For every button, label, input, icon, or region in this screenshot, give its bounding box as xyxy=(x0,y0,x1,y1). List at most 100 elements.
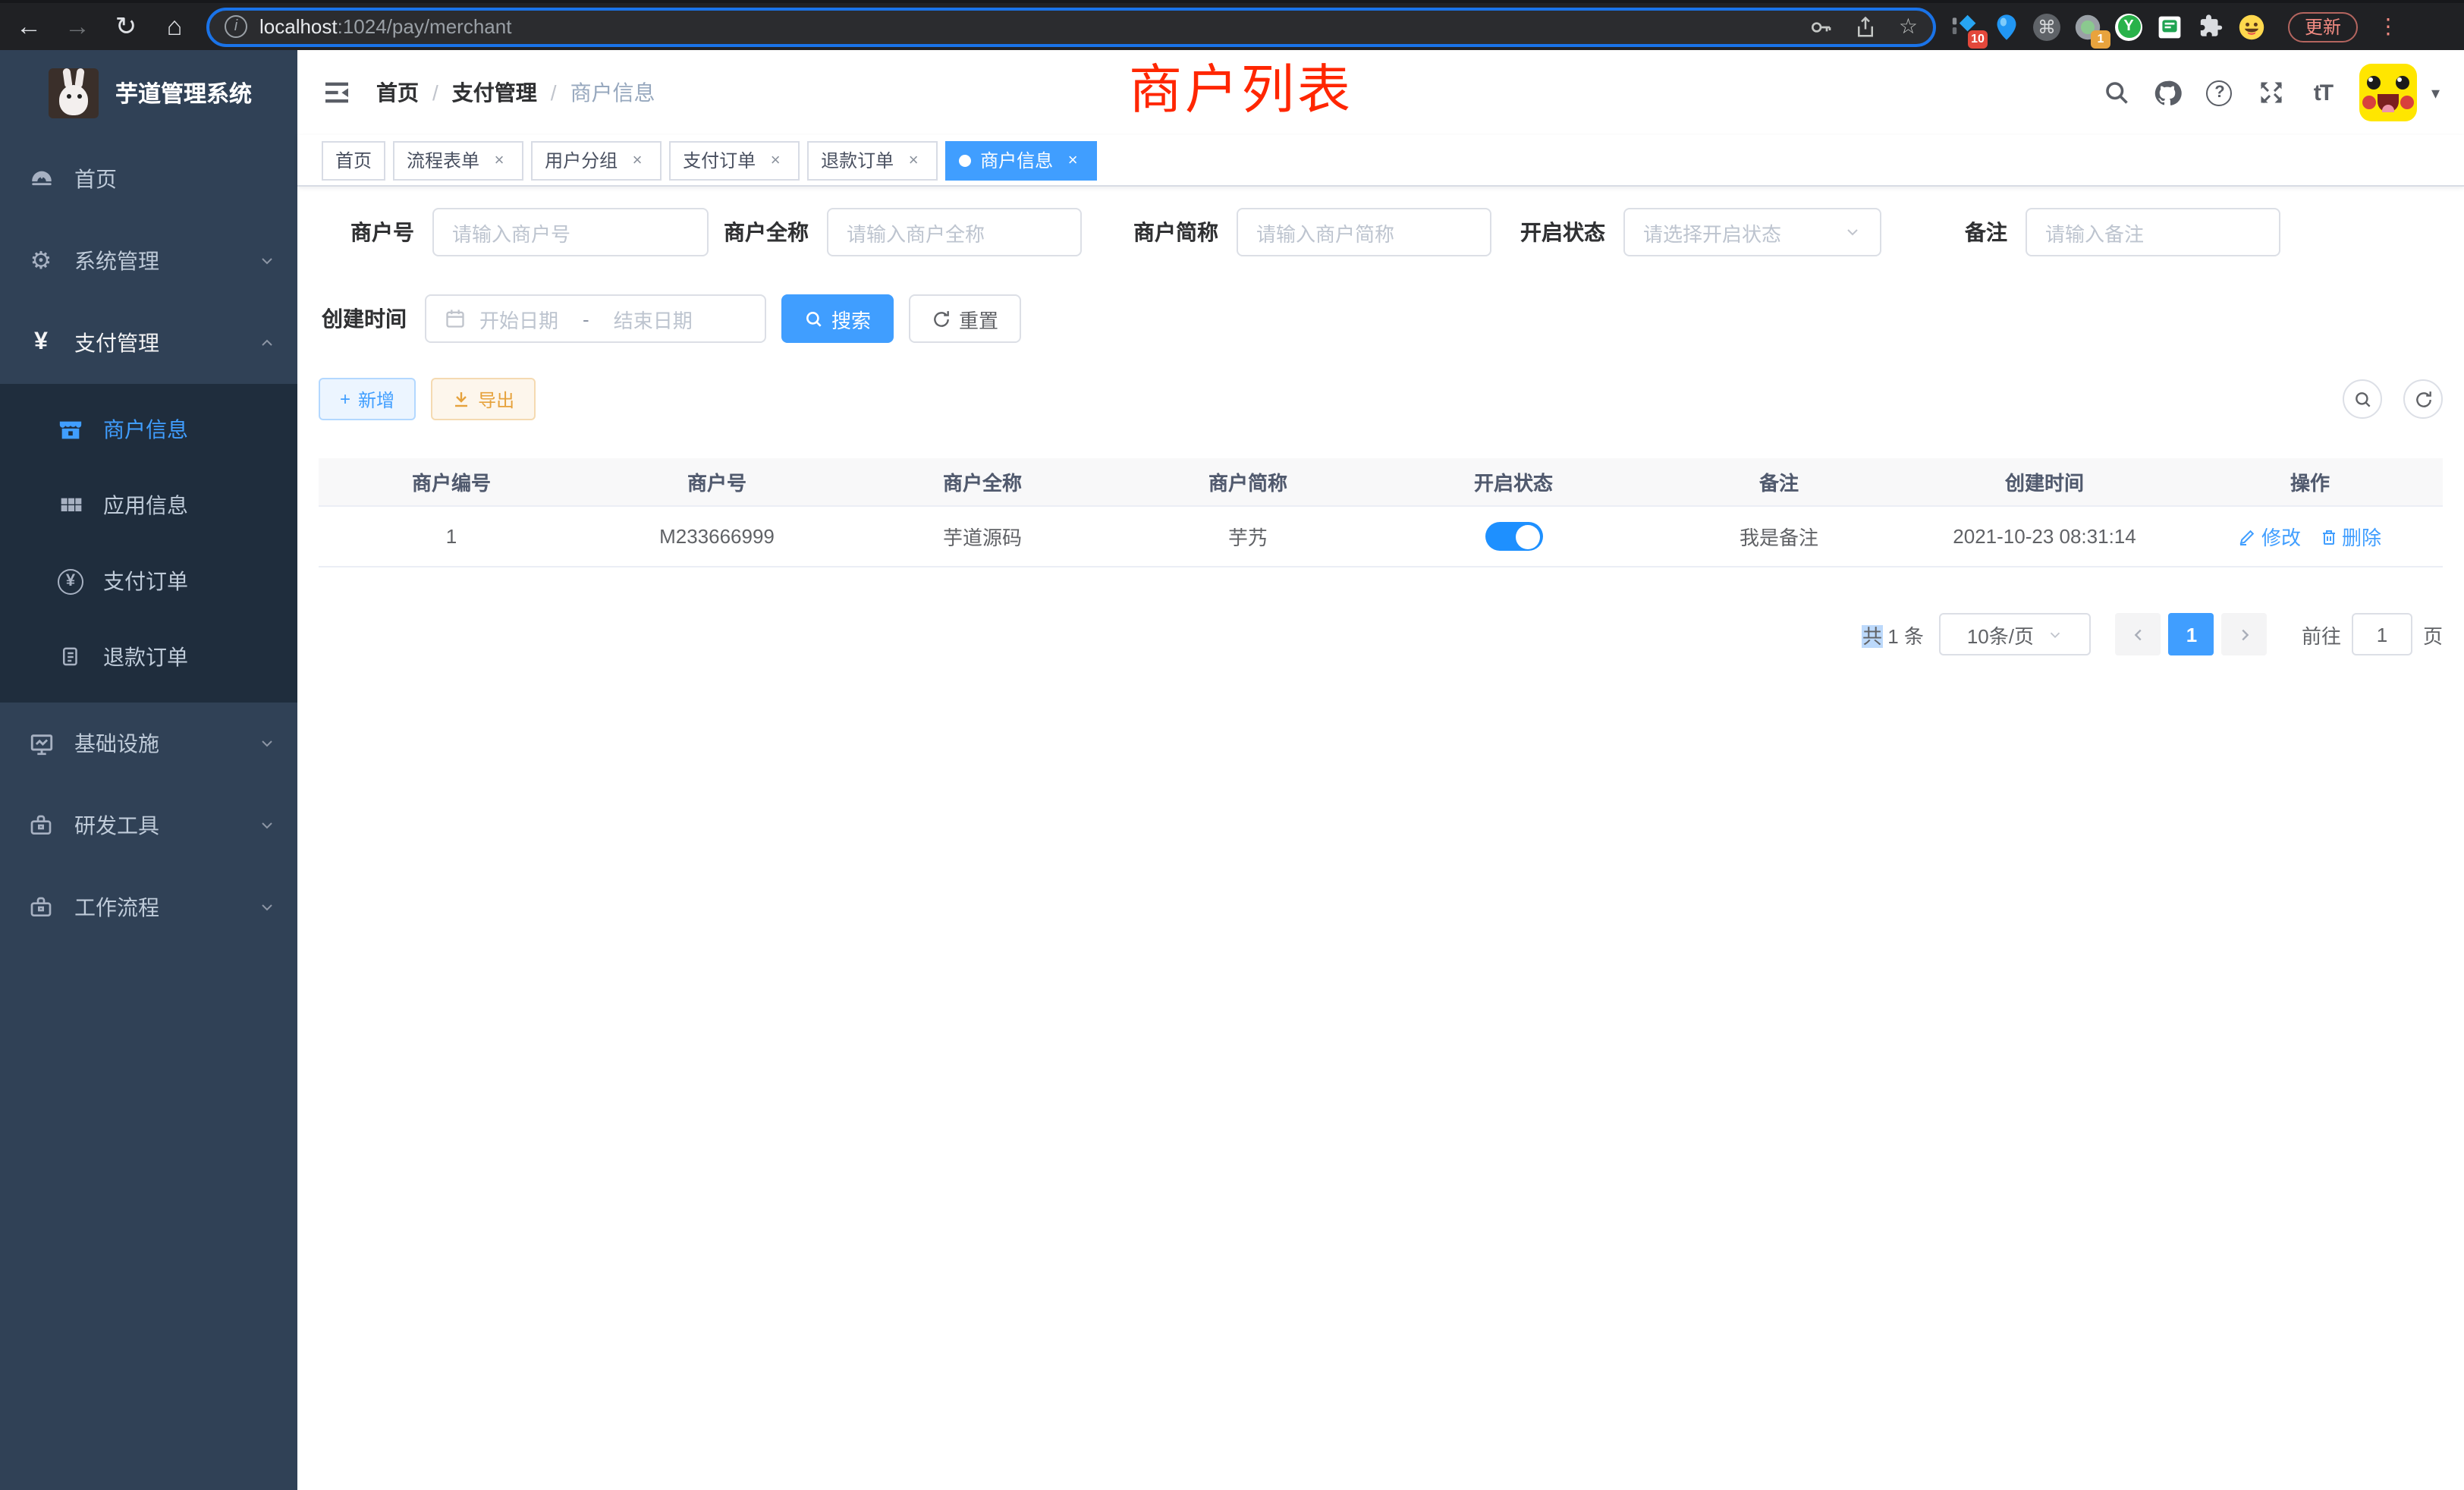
sidebar-item-home[interactable]: 首页 xyxy=(0,138,297,220)
share-icon[interactable] xyxy=(1855,14,1878,39)
export-button[interactable]: 导出 xyxy=(431,378,536,420)
tab-home[interactable]: 首页 xyxy=(322,140,385,180)
breadcrumb: 首页 / 支付管理 / 商户信息 xyxy=(376,77,655,108)
tab-close-icon[interactable]: × xyxy=(627,149,648,171)
document-icon xyxy=(58,644,83,670)
sidebar-item-label: 工作流程 xyxy=(74,892,258,923)
extensions-puzzle-icon[interactable] xyxy=(2197,13,2224,40)
goto-page-input[interactable] xyxy=(2352,613,2412,655)
breadcrumb-separator: / xyxy=(551,80,557,105)
sidebar-item-label: 支付管理 xyxy=(74,328,258,358)
col-header-merchant-no: 商户号 xyxy=(584,458,850,505)
pencil-icon xyxy=(2239,527,2257,545)
sidebar-collapse-icon[interactable] xyxy=(322,77,352,108)
sidebar-item-pay-order[interactable]: ¥ 支付订单 xyxy=(0,543,297,619)
create-time-range-picker[interactable]: 开始日期 - 结束日期 xyxy=(425,294,766,343)
tab-process-form[interactable]: 流程表单 × xyxy=(393,140,523,180)
extension-badge-10: 10 xyxy=(1968,30,1988,48)
pagination-total-highlight: 共 xyxy=(1862,624,1882,647)
help-icon[interactable]: ? xyxy=(2205,78,2234,107)
tab-close-icon[interactable]: × xyxy=(903,149,924,171)
cell-merchant-no: M233666999 xyxy=(584,507,850,566)
edit-link[interactable]: 修改 xyxy=(2239,522,2301,551)
refresh-table-button[interactable] xyxy=(2403,379,2443,419)
sidebar-menu: 首页 ⚙ 系统管理 ¥ 支付管理 xyxy=(0,138,297,948)
sidebar-logo[interactable]: 芋道管理系统 xyxy=(0,50,297,135)
col-header-full-name: 商户全称 xyxy=(850,458,1115,505)
sidebar-item-merchant-info[interactable]: 商户信息 xyxy=(0,391,297,467)
browser-back-icon[interactable]: ← xyxy=(9,7,49,46)
breadcrumb-pay[interactable]: 支付管理 xyxy=(452,77,537,108)
toggle-search-button[interactable] xyxy=(2343,379,2382,419)
y-glyph: Y xyxy=(2117,15,2140,38)
site-info-icon[interactable]: i xyxy=(225,15,247,38)
merchant-no-input[interactable]: 请输入商户号 xyxy=(432,208,709,256)
command-glyph: ⌘ xyxy=(2033,13,2060,40)
sidebar-item-system[interactable]: ⚙ 系统管理 xyxy=(0,220,297,302)
sidebar-item-label: 商户信息 xyxy=(103,414,188,445)
remark-input[interactable]: 请输入备注 xyxy=(2026,208,2280,256)
cell-remark: 我是备注 xyxy=(1646,507,1912,566)
sidebar-item-pay[interactable]: ¥ 支付管理 xyxy=(0,302,297,384)
extension-command-icon[interactable]: ⌘ xyxy=(2033,13,2060,40)
fullscreen-icon[interactable] xyxy=(2257,78,2286,107)
extension-pin-icon[interactable] xyxy=(1992,13,2019,40)
search-icon xyxy=(804,309,824,328)
filter-row-1: 商户号 请输入商户号 商户全称 请输入商户全称 商户简称 请输入商户简称 开启状… xyxy=(319,208,2443,256)
browser-menu-icon[interactable]: ⋮ xyxy=(2378,14,2399,39)
extension-notes-icon[interactable] xyxy=(2156,13,2183,40)
search-button[interactable]: 搜索 xyxy=(781,294,894,343)
breadcrumb-separator: / xyxy=(432,80,438,105)
sidebar-item-label: 退款订单 xyxy=(103,642,188,672)
sidebar-item-refund-order[interactable]: 退款订单 xyxy=(0,619,297,695)
user-avatar[interactable] xyxy=(2360,64,2418,121)
status-toggle[interactable] xyxy=(1485,522,1542,551)
page-size-select[interactable]: 10条/页 xyxy=(1939,613,2091,655)
refresh-icon xyxy=(932,309,951,328)
tab-close-icon[interactable]: × xyxy=(765,149,786,171)
add-button[interactable]: + 新增 xyxy=(319,378,416,420)
status-select[interactable]: 请选择开启状态 xyxy=(1623,208,1881,256)
next-page-button[interactable] xyxy=(2222,613,2268,655)
reset-button[interactable]: 重置 xyxy=(909,294,1021,343)
tab-label: 用户分组 xyxy=(545,147,618,173)
font-size-icon[interactable]: tT xyxy=(2308,78,2337,107)
tab-refund-order[interactable]: 退款订单 × xyxy=(807,140,938,180)
extension-emoji-icon[interactable] xyxy=(2238,13,2265,40)
header-search-icon[interactable] xyxy=(2102,78,2131,107)
tab-pay-order[interactable]: 支付订单 × xyxy=(669,140,800,180)
tab-close-icon[interactable]: × xyxy=(489,149,510,171)
breadcrumb-home[interactable]: 首页 xyxy=(376,77,419,108)
sidebar-item-infra[interactable]: 基础设施 xyxy=(0,703,297,784)
extension-y-icon[interactable]: Y xyxy=(2115,13,2142,40)
select-placeholder: 请选择开启状态 xyxy=(1643,218,1781,247)
plus-icon: + xyxy=(340,388,350,410)
tab-close-icon[interactable]: × xyxy=(1062,149,1083,171)
sidebar-item-app-info[interactable]: 应用信息 xyxy=(0,467,297,543)
tab-user-group[interactable]: 用户分组 × xyxy=(531,140,662,180)
prev-page-button[interactable] xyxy=(2116,613,2161,655)
page-1-button[interactable]: 1 xyxy=(2169,613,2214,655)
delete-link[interactable]: 删除 xyxy=(2319,522,2381,551)
browser-forward-icon[interactable]: → xyxy=(58,7,97,46)
short-name-input[interactable]: 请输入商户简称 xyxy=(1237,208,1491,256)
browser-home-icon[interactable]: ⌂ xyxy=(155,7,194,46)
github-icon[interactable] xyxy=(2154,78,2183,107)
sidebar-item-devtools[interactable]: 研发工具 xyxy=(0,784,297,866)
filter-row-2: 创建时间 开始日期 - 结束日期 搜索 xyxy=(319,294,2443,343)
filter-label-short-name: 商户简称 xyxy=(1082,217,1237,247)
sidebar-item-label: 基础设施 xyxy=(74,728,258,759)
url-bar[interactable]: i localhost:1024/pay/merchant ☆ xyxy=(206,7,1936,46)
bookmark-star-icon[interactable]: ☆ xyxy=(1899,14,1918,39)
merchant-name-input[interactable]: 请输入商户全称 xyxy=(827,208,1082,256)
tags-view-bar: 首页 流程表单 × 用户分组 × 支付订单 × 退款订单 × 商户信息 × xyxy=(297,135,2464,187)
tab-merchant-info[interactable]: 商户信息 × xyxy=(945,140,1097,180)
calendar-icon xyxy=(445,308,466,329)
extension-recorder-icon[interactable]: 1 xyxy=(2074,13,2101,40)
avatar-caret-icon[interactable]: ▾ xyxy=(2431,83,2440,102)
extension-kite-icon[interactable]: 10 xyxy=(1951,13,1978,40)
browser-reload-icon[interactable]: ↻ xyxy=(106,7,146,46)
chrome-update-button[interactable]: 更新 xyxy=(2288,11,2358,42)
password-key-icon[interactable] xyxy=(1809,14,1834,39)
sidebar-item-workflow[interactable]: 工作流程 xyxy=(0,866,297,948)
